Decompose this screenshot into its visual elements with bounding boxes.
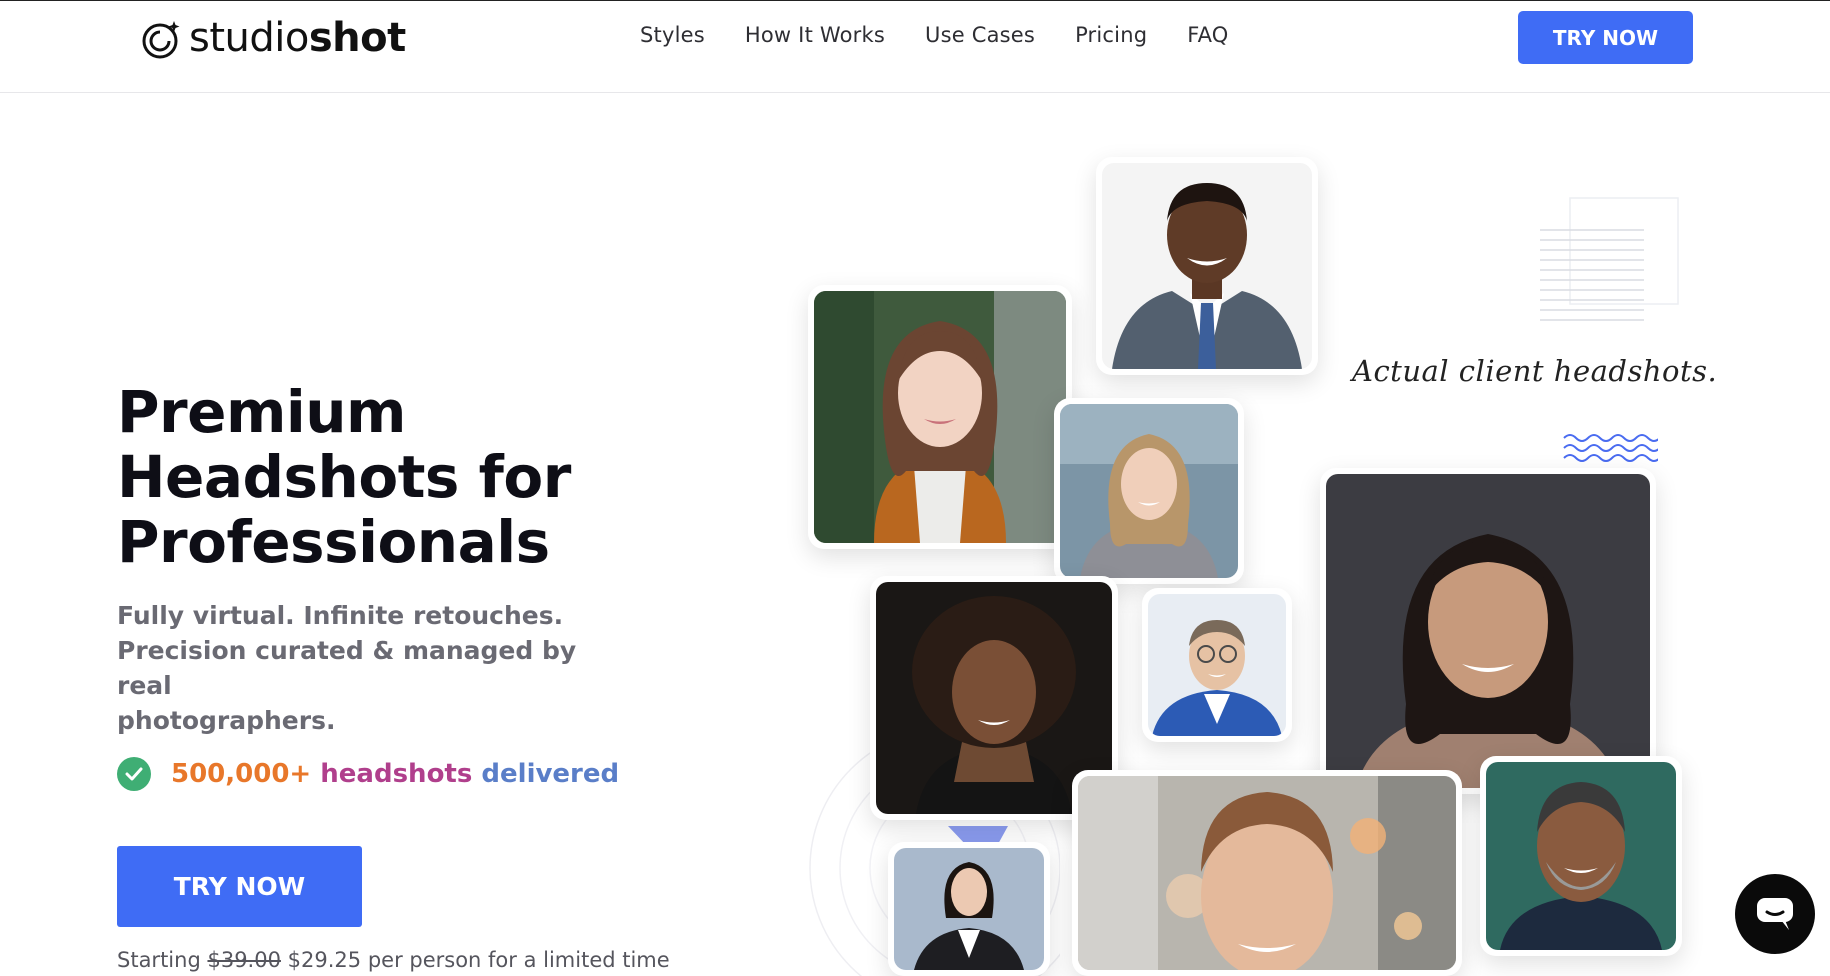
hero-title-line: Premium (117, 378, 407, 446)
stat-text: 500,000+ headshots delivered (171, 759, 619, 789)
nav-styles[interactable]: Styles (640, 23, 705, 47)
logo[interactable]: studioshot (141, 13, 406, 63)
hero-try-now-button[interactable]: TRY NOW (117, 846, 362, 927)
price-old: $39.00 (207, 948, 281, 972)
photo-woman-blonde (1054, 398, 1244, 584)
stat-word-delivered: delivered (481, 759, 620, 789)
header-try-now-button[interactable]: TRY NOW (1518, 11, 1693, 64)
chat-button[interactable] (1735, 874, 1815, 954)
price-prefix: Starting (117, 948, 201, 972)
stat-word-headshots: headshots (320, 759, 473, 789)
check-circle-icon (117, 757, 151, 791)
logo-text: studioshot (189, 15, 406, 61)
gallery-caption: Actual client headshots. (1352, 354, 1718, 388)
hero-subtitle: Fully virtual. Infinite retouches. Preci… (117, 598, 637, 738)
price-suffix: per person for a limited time (367, 948, 670, 972)
nav-use-cases[interactable]: Use Cases (925, 23, 1035, 47)
hero-subtitle-line: Precision curated & managed by real (117, 636, 577, 700)
nav-faq[interactable]: FAQ (1187, 23, 1228, 47)
site-header: studioshot Styles How It Works Use Cases… (0, 1, 1830, 93)
stat-number: 500,000+ (171, 759, 312, 789)
photo-man-smiling-bokeh (1072, 770, 1462, 976)
decorative-lines (1540, 197, 1679, 321)
hero-title-line: Headshots for (117, 443, 571, 511)
hero-title-line: Professionals (117, 508, 550, 576)
hero-subtitle-line: Fully virtual. Infinite retouches. (117, 601, 564, 630)
hero-title: Premium Headshots for Professionals (117, 380, 677, 575)
price-new: $29.25 (287, 948, 362, 972)
camera-lens-icon (142, 21, 180, 59)
price-note: Starting $39.00 $29.25 per person for a … (117, 948, 670, 972)
hero-subtitle-line: photographers. (117, 706, 336, 735)
photo-man-grey-beard (1480, 756, 1682, 956)
delivered-stat: 500,000+ headshots delivered (117, 757, 619, 791)
photo-man-suit-blue-tie (1096, 157, 1318, 375)
decorative-waves (1563, 434, 1658, 462)
nav-pricing[interactable]: Pricing (1075, 23, 1147, 47)
photo-woman-orange-jacket (808, 285, 1072, 549)
nav-how-it-works[interactable]: How It Works (745, 23, 885, 47)
photo-woman-business-suit (888, 842, 1050, 976)
photo-man-glasses (1142, 588, 1292, 742)
photo-woman-dark-hair-smiling (1320, 468, 1656, 794)
chat-bubble-icon (1757, 898, 1793, 930)
main-nav: Styles How It Works Use Cases Pricing FA… (640, 23, 1269, 47)
